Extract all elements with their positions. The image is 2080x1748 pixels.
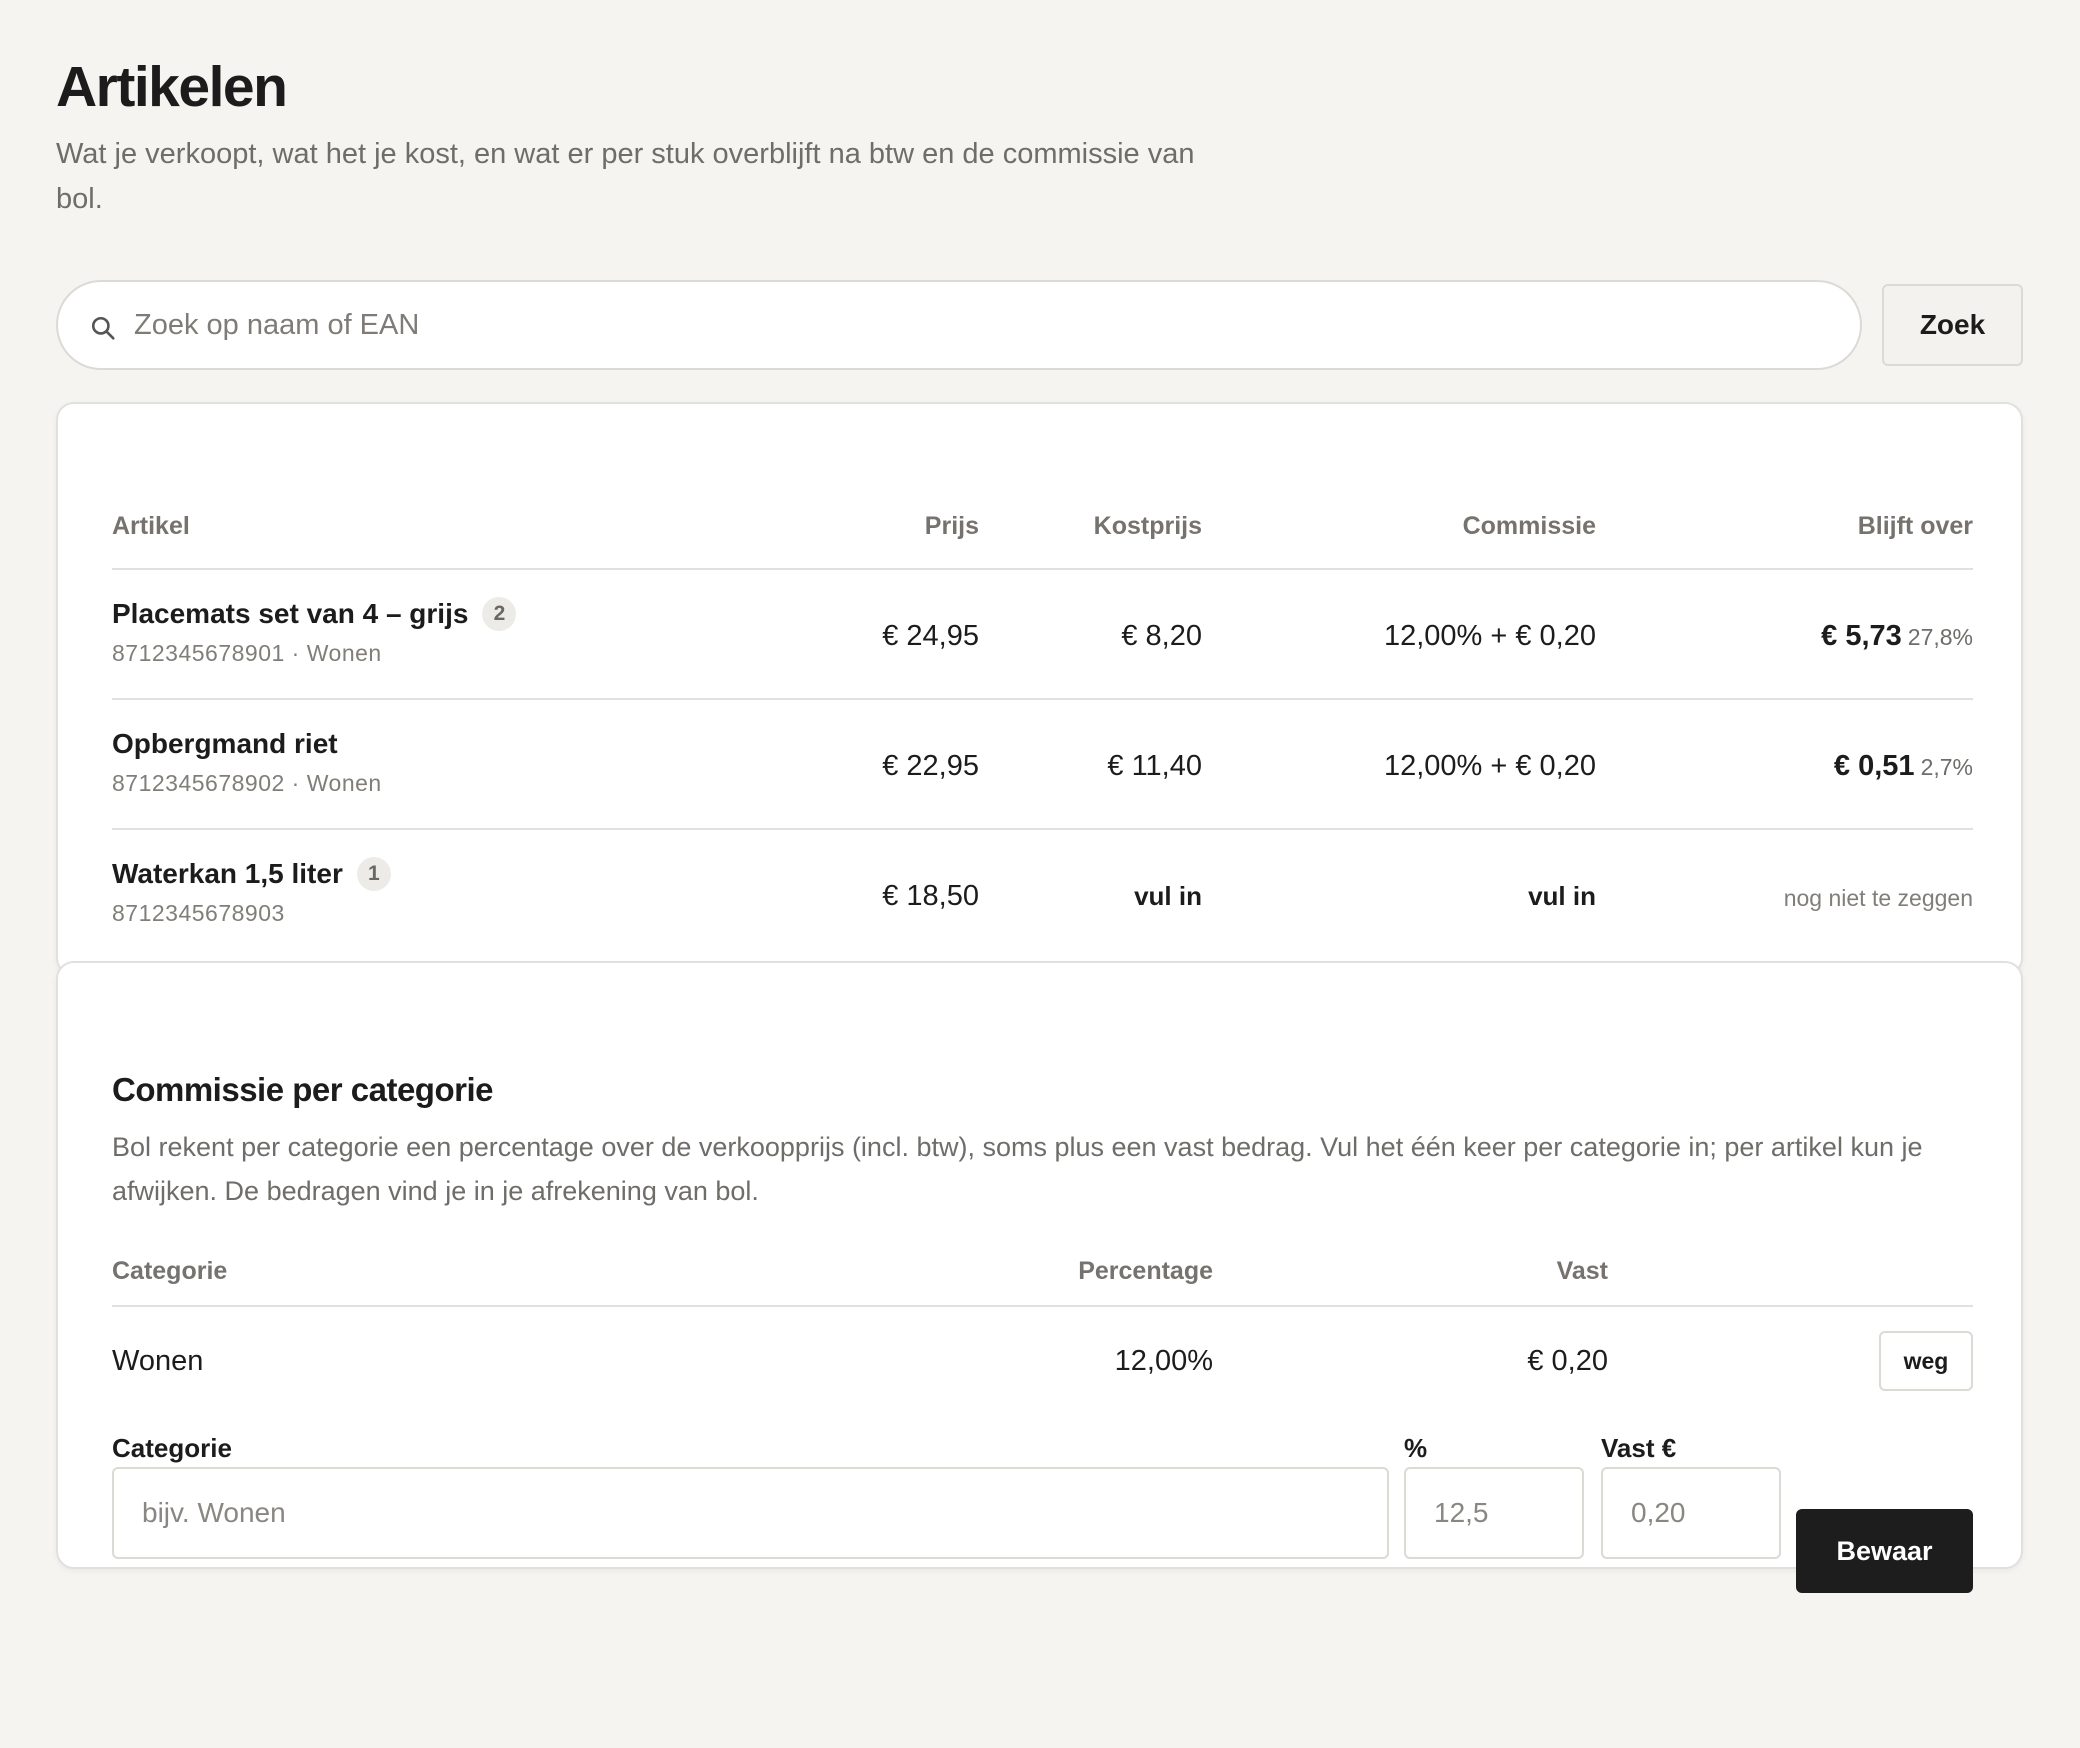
fixed-field-label: Vast € xyxy=(1601,1433,1677,1463)
category-field[interactable] xyxy=(112,1467,1389,1559)
add-category-form: Categorie % Vast € Bewaar xyxy=(112,1433,1973,1603)
column-header-fixed: Vast xyxy=(1556,1257,1608,1285)
category-table-header: Categorie Percentage Vast xyxy=(112,1219,1973,1307)
table-row[interactable]: Waterkan 1,5 liter 1 8712345678903 € 18,… xyxy=(112,830,1973,960)
remaining-percentage: 27,8% xyxy=(1907,624,1973,650)
article-price: € 24,95 xyxy=(882,620,979,652)
table-row[interactable]: Placemats set van 4 – grijs 2 8712345678… xyxy=(112,570,1973,700)
category-fixed: € 0,20 xyxy=(1527,1345,1608,1377)
fixed-field[interactable] xyxy=(1601,1467,1781,1559)
article-remaining-unknown: nog niet te zeggen xyxy=(1783,885,1973,911)
article-badge: 1 xyxy=(356,857,391,891)
article-name-text: Opbergmand riet xyxy=(112,728,338,759)
search-row: Zoek xyxy=(56,280,2023,370)
remaining-percentage: 2,7% xyxy=(1920,754,1973,780)
article-name[interactable]: Placemats set van 4 – grijs 2 xyxy=(112,594,517,634)
article-remaining: € 0,51 2,7% xyxy=(1834,746,1973,787)
article-commission-fill-link[interactable]: vul in xyxy=(1528,876,1596,916)
article-badge: 2 xyxy=(482,597,517,631)
column-header-category: Categorie xyxy=(112,1257,228,1285)
article-name-text: Placemats set van 4 – grijs xyxy=(112,598,469,629)
article-meta: 8712345678903 xyxy=(112,900,285,926)
page-subtitle: Wat je verkoopt, wat het je kost, en wat… xyxy=(56,138,1195,215)
article-cost-fill-link[interactable]: vul in xyxy=(1134,876,1202,916)
percentage-field-label: % xyxy=(1404,1433,1428,1463)
table-row[interactable]: Opbergmand riet 8712345678902 · Wonen € … xyxy=(112,700,1973,830)
page-title: Artikelen xyxy=(56,55,288,119)
articles-table: Artikel Prijs Kostprijs Commissie Blijft… xyxy=(112,404,1973,960)
category-percentage: 12,00% xyxy=(1114,1345,1213,1377)
commission-title: Commissie per categorie xyxy=(112,1071,494,1108)
remaining-amount: € 5,73 xyxy=(1821,620,1902,652)
article-cost[interactable]: € 11,40 xyxy=(1107,746,1202,786)
search-input[interactable] xyxy=(134,294,1834,356)
search-button[interactable]: Zoek xyxy=(1882,284,2023,366)
table-row: Wonen 12,00% € 0,20 weg xyxy=(112,1307,1973,1413)
commission-card: Commissie per categorie Bol rekent per c… xyxy=(56,961,2023,1593)
delete-category-button[interactable]: weg xyxy=(1879,1331,1973,1391)
article-commission[interactable]: 12,00% + € 0,20 xyxy=(1384,616,1596,656)
articles-table-header: Artikel Prijs Kostprijs Commissie Blijft… xyxy=(112,404,1973,570)
column-header-price: Prijs xyxy=(924,512,979,540)
column-header-article: Artikel xyxy=(112,512,190,540)
search-icon xyxy=(91,316,115,340)
article-meta: 8712345678902 · Wonen xyxy=(112,770,382,796)
article-price: € 22,95 xyxy=(882,750,979,782)
column-header-remaining: Blijft over xyxy=(1857,512,1973,540)
commission-description: Bol rekent per categorie een percentage … xyxy=(112,1132,1923,1206)
percentage-field[interactable] xyxy=(1404,1467,1584,1559)
article-name[interactable]: Opbergmand riet xyxy=(112,724,338,764)
page: Artikelen Wat je verkoopt, wat het je ko… xyxy=(56,55,2023,1593)
column-header-commission: Commissie xyxy=(1462,512,1596,540)
category-name: Wonen xyxy=(112,1345,204,1377)
article-price: € 18,50 xyxy=(882,880,979,912)
article-remaining: € 5,73 27,8% xyxy=(1821,616,1973,657)
article-commission[interactable]: 12,00% + € 0,20 xyxy=(1384,746,1596,786)
column-header-cost: Kostprijs xyxy=(1093,512,1202,540)
search-box[interactable] xyxy=(56,280,1862,370)
article-meta: 8712345678901 · Wonen xyxy=(112,640,382,666)
article-cost[interactable]: € 8,20 xyxy=(1121,616,1202,656)
save-button[interactable]: Bewaar xyxy=(1796,1509,1973,1593)
remaining-amount: € 0,51 xyxy=(1833,750,1915,782)
column-header-percentage: Percentage xyxy=(1078,1257,1213,1285)
articles-card: Artikel Prijs Kostprijs Commissie Blijft… xyxy=(56,402,2023,976)
category-field-label: Categorie xyxy=(112,1433,232,1463)
article-name-text: Waterkan 1,5 liter xyxy=(112,858,343,889)
category-table: Categorie Percentage Vast Wonen 12,00% €… xyxy=(112,1219,1973,1413)
article-name[interactable]: Waterkan 1,5 liter 1 xyxy=(112,854,391,894)
